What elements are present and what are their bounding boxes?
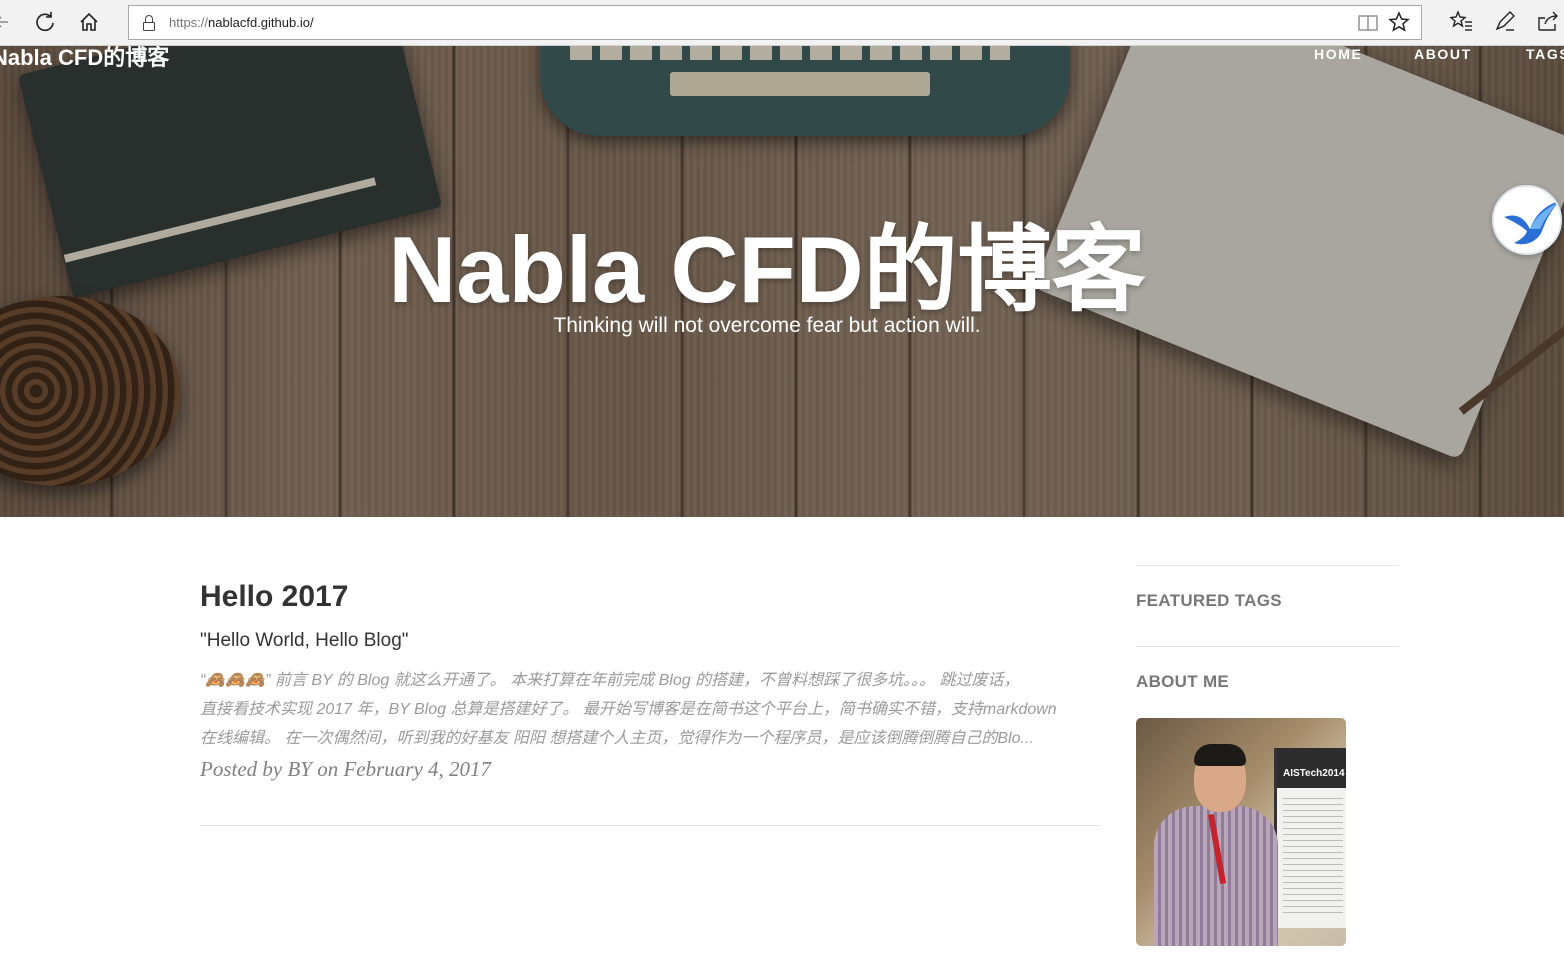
sidebar-divider xyxy=(1136,646,1399,647)
pen-icon[interactable] xyxy=(1490,8,1520,36)
post-excerpt[interactable]: “🙈🙈🙈” 前言 BY 的 Blog 就这么开通了。 本来打算在年前完成 Blo… xyxy=(200,666,1100,753)
poster-text: AISTech2014 xyxy=(1277,748,1346,788)
post-subtitle[interactable]: "Hello World, Hello Blog" xyxy=(200,630,1100,652)
post-excerpt-line: 直接看技术实现 2017 年，BY Blog 总算是搭建好了。 最开始写博客是在… xyxy=(200,701,1057,718)
page-subtitle: Thinking will not overcome fear but acti… xyxy=(553,314,981,337)
lock-icon xyxy=(143,15,155,31)
featured-tags-heading: FEATURED TAGS xyxy=(1136,591,1282,610)
nav-home[interactable]: HOME xyxy=(1314,46,1394,62)
avatar: AISTech2014 xyxy=(1136,718,1346,946)
sidebar-divider xyxy=(1136,565,1399,566)
reading-view-icon[interactable] xyxy=(1357,12,1379,39)
share-icon[interactable] xyxy=(1533,8,1563,36)
refresh-icon[interactable] xyxy=(31,8,59,36)
url-text[interactable]: https://nablacfd.github.io/ xyxy=(169,15,314,30)
nav-about[interactable]: ABOUT xyxy=(1414,46,1494,62)
post-excerpt-line: 在线编辑。 在一次偶然间，听到我的好基友 阳阳 想搭建个人主页，觉得作为一个程序… xyxy=(200,730,1034,747)
favorites-list-icon[interactable] xyxy=(1446,8,1476,36)
post-preview[interactable]: Hello 2017 "Hello World, Hello Blog" “🙈🙈… xyxy=(200,580,1100,782)
post-meta: Posted by BY on February 4, 2017 xyxy=(200,757,492,781)
post-divider xyxy=(200,825,1100,826)
back-arrow-icon[interactable] xyxy=(0,8,18,36)
post-excerpt-line: “🙈🙈🙈” 前言 BY 的 Blog 就这么开通了。 本来打算在年前完成 Blo… xyxy=(200,672,1020,689)
hero-header: Nabla CFD的博客 HOME ABOUT TAGS Nabla CFD的博… xyxy=(0,46,1564,517)
site-brand[interactable]: Nabla CFD的博客 xyxy=(0,46,169,72)
about-me-heading: ABOUT ME xyxy=(1136,672,1230,691)
sidebar: FEATURED TAGS ABOUT ME AISTech2014 xyxy=(1136,565,1399,977)
home-icon[interactable] xyxy=(75,8,103,36)
bird-icon[interactable] xyxy=(1492,185,1562,255)
browser-toolbar: https://nablacfd.github.io/ xyxy=(0,0,1564,46)
post-title[interactable]: Hello 2017 xyxy=(200,580,1100,614)
page-title: Nabla CFD的博客 xyxy=(388,217,1146,322)
star-icon[interactable] xyxy=(1387,10,1411,39)
address-bar[interactable]: https://nablacfd.github.io/ xyxy=(128,5,1422,40)
nav-tags[interactable]: TAGS xyxy=(1526,46,1564,62)
